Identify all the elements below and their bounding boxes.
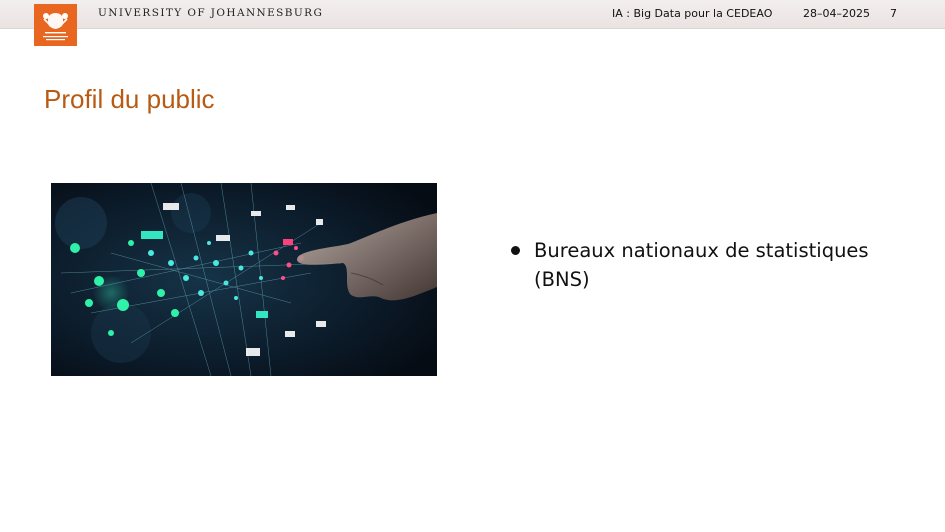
page-number: 7 — [890, 7, 897, 20]
university-crest-icon — [34, 4, 77, 46]
university-logo — [34, 4, 77, 46]
slide-title: Profil du public — [44, 84, 215, 114]
bullet-text: Bureaux nationaux de statistiques (BNS) — [534, 239, 869, 291]
bullet-list: Bureaux nationaux de statistiques (BNS) — [510, 236, 890, 294]
presentation-date: 28–04–2025 — [803, 7, 870, 20]
slide-header: UNIVERSITY OF JOHANNESBURG IA : Big Data… — [0, 0, 945, 46]
data-network-photo — [51, 183, 437, 376]
bullet-item: Bureaux nationaux de statistiques (BNS) — [510, 236, 890, 294]
presentation-title: IA : Big Data pour la CEDEAO — [612, 7, 773, 20]
bullet-marker-icon — [511, 246, 520, 255]
network-illustration — [51, 183, 437, 376]
university-name: UNIVERSITY OF JOHANNESBURG — [98, 7, 324, 19]
